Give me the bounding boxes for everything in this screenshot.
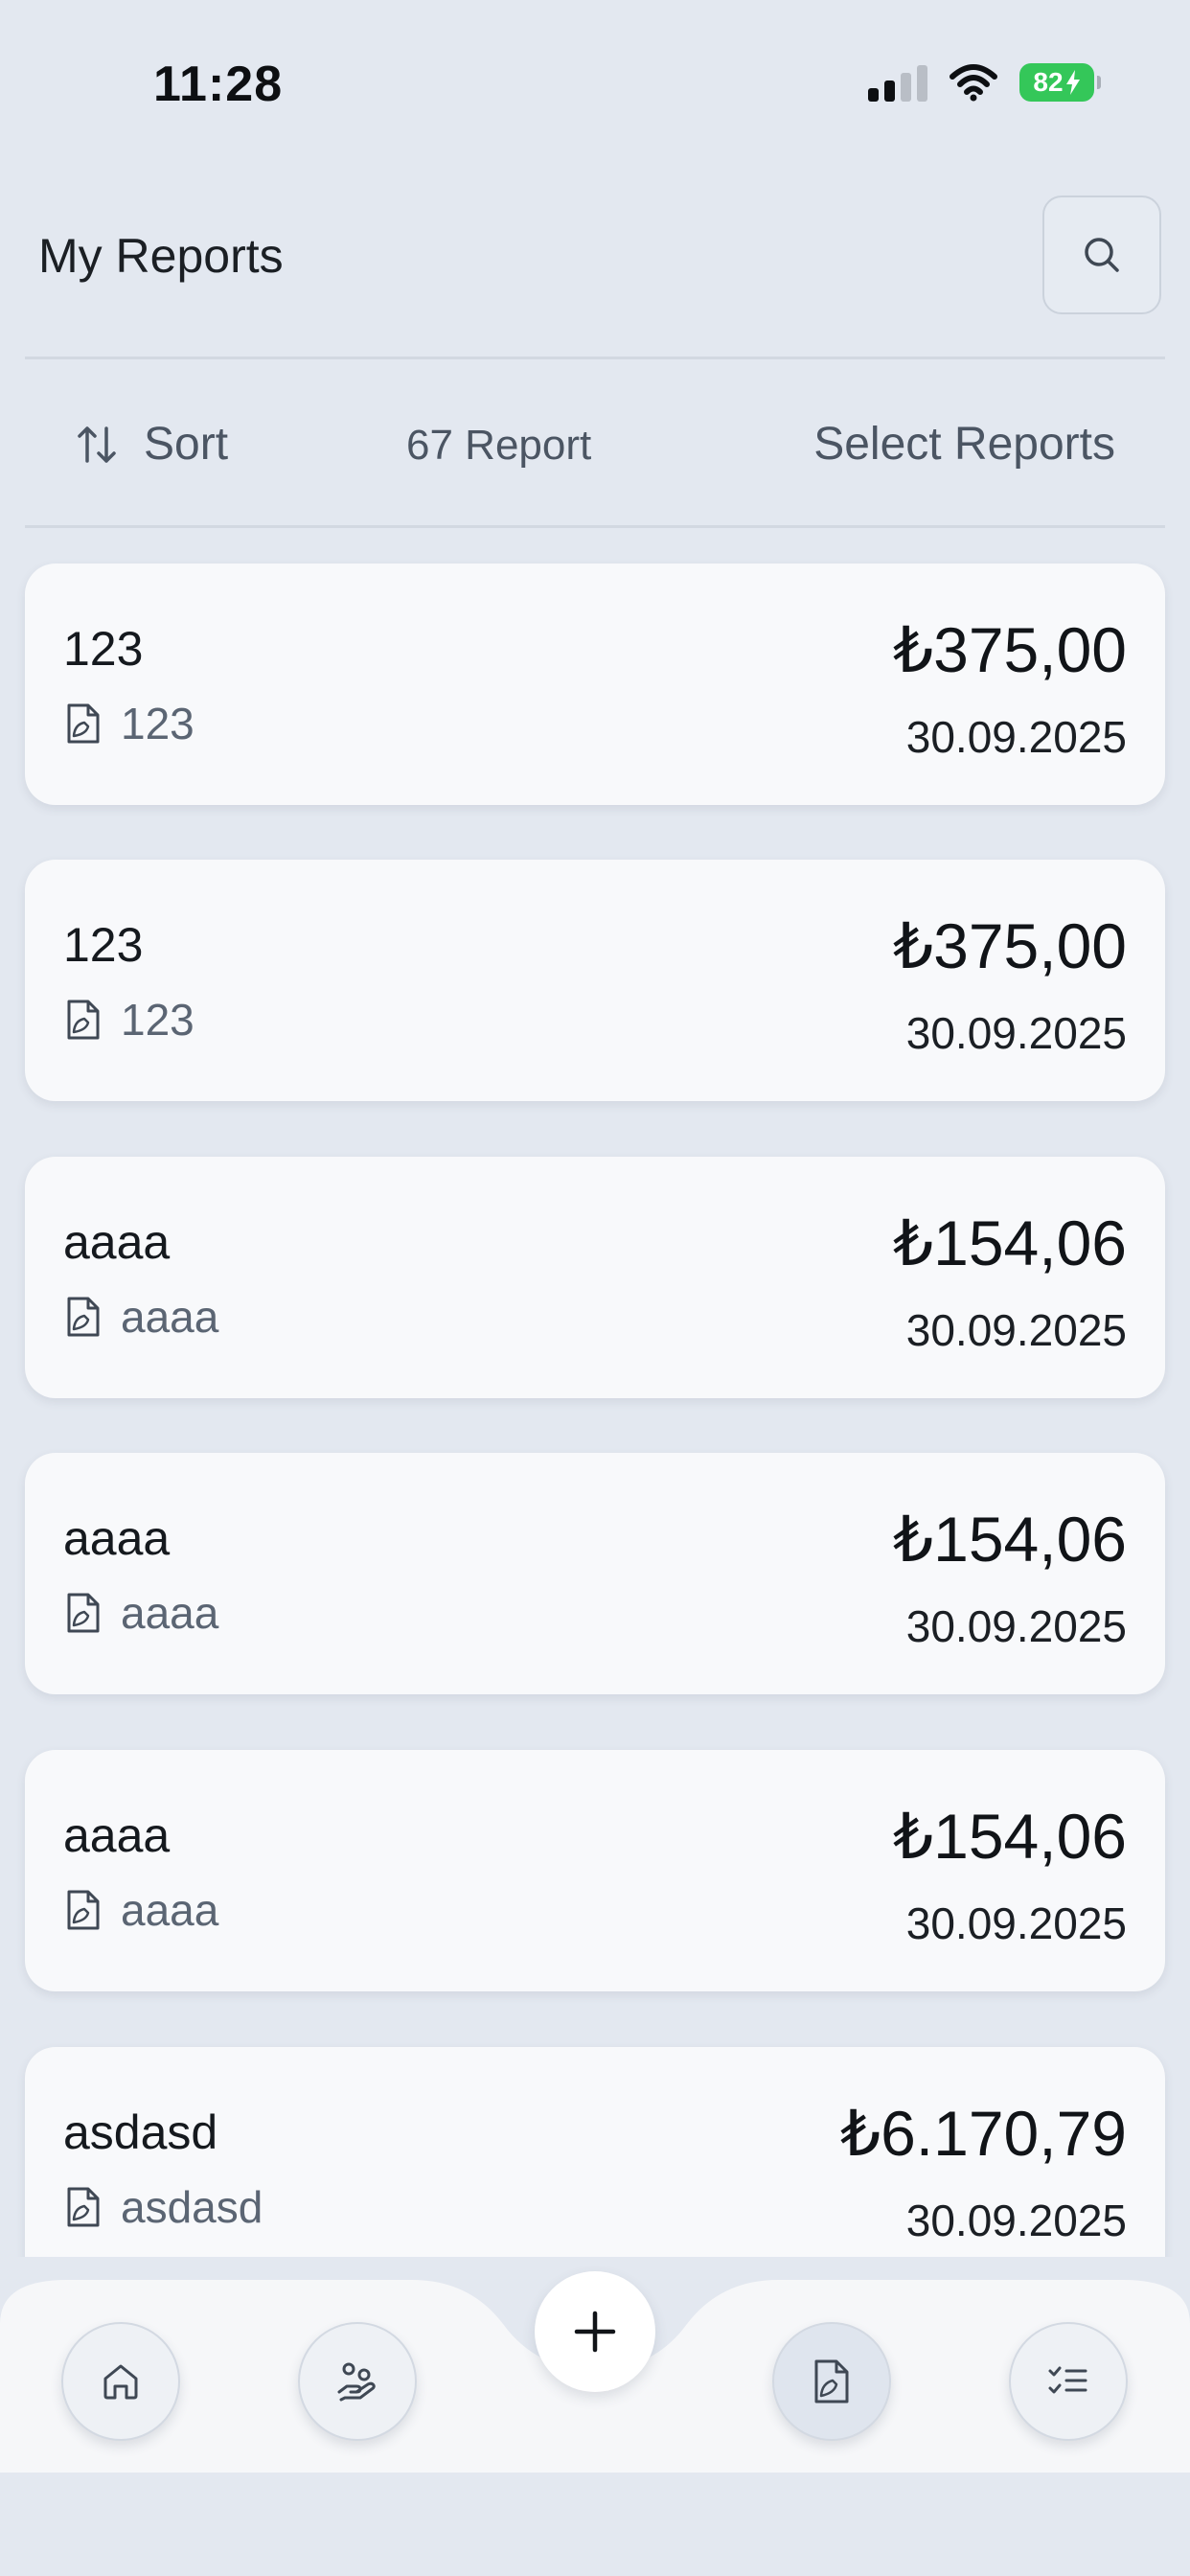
- wifi-icon: [950, 64, 997, 102]
- search-button[interactable]: [1042, 196, 1161, 314]
- report-file-icon: [67, 703, 100, 744]
- report-date: 30.09.2025: [905, 1305, 1127, 1355]
- report-subtitle: aaaa: [121, 1292, 219, 1342]
- report-subtitle: 123: [121, 995, 195, 1045]
- search-icon: [1085, 238, 1119, 272]
- report-file-icon: [814, 2359, 849, 2404]
- sort-label: Sort: [144, 419, 229, 470]
- status-time: 11:28: [153, 57, 284, 112]
- report-subtitle-row: asdasd: [63, 2181, 263, 2233]
- report-file-icon: [67, 1000, 100, 1040]
- battery-nub: [1097, 76, 1101, 89]
- report-subtitle-row: 123: [63, 994, 195, 1046]
- report-subtitle-row: aaaa: [63, 1587, 218, 1639]
- report-amount: ₺375,00: [893, 910, 1127, 981]
- report-subtitle: asdasd: [121, 2182, 263, 2232]
- report-card[interactable]: asdasd asdasd ₺6.170,79 30.09.2025: [25, 2047, 1165, 2257]
- report-title: 123: [63, 622, 144, 676]
- report-title: aaaa: [63, 1215, 171, 1269]
- report-subtitle: aaaa: [121, 1588, 219, 1638]
- report-amount: ₺154,06: [893, 1801, 1127, 1872]
- report-file-icon: [67, 1890, 100, 1930]
- sort-button[interactable]: Sort: [75, 418, 228, 471]
- report-card[interactable]: aaaa aaaa ₺154,06 30.09.2025: [25, 1453, 1165, 1694]
- charging-bolt-icon: [1065, 70, 1080, 95]
- report-date: 30.09.2025: [905, 1601, 1127, 1651]
- hand-coins-icon: [337, 2362, 376, 2402]
- report-file-icon: [67, 2187, 100, 2227]
- status-icons: 82: [868, 63, 1101, 102]
- bottom-nav: [0, 2257, 1190, 2472]
- report-amount: ₺154,06: [893, 1208, 1127, 1278]
- nav-reports-button[interactable]: [772, 2322, 891, 2441]
- report-title: aaaa: [63, 1511, 171, 1565]
- report-subtitle: aaaa: [121, 1885, 219, 1935]
- plus-icon: [574, 2311, 616, 2353]
- select-reports-button[interactable]: Select Reports: [813, 418, 1115, 471]
- page-header: My Reports: [0, 192, 1190, 326]
- battery-charging-icon: 82: [1019, 63, 1101, 102]
- cellular-signal-icon: [868, 63, 927, 102]
- nav-tasks-button[interactable]: [1009, 2322, 1128, 2441]
- report-subtitle-row: aaaa: [63, 1884, 218, 1936]
- header-divider: [25, 356, 1165, 359]
- report-file-icon: [67, 1593, 100, 1633]
- report-amount: ₺6.170,79: [840, 2098, 1127, 2169]
- report-amount: ₺375,00: [893, 614, 1127, 685]
- report-date: 30.09.2025: [905, 2196, 1127, 2245]
- reports-screen: 11:28 82 My Reports Sort 67 Report Selec…: [0, 0, 1190, 2576]
- report-date: 30.09.2025: [905, 1898, 1127, 1948]
- nav-home-button[interactable]: [61, 2322, 180, 2441]
- report-card[interactable]: aaaa aaaa ₺154,06 30.09.2025: [25, 1750, 1165, 1991]
- report-card[interactable]: aaaa aaaa ₺154,06 30.09.2025: [25, 1157, 1165, 1398]
- battery-percent: 82: [1033, 67, 1064, 97]
- home-indicator-area: [0, 2472, 1190, 2576]
- add-report-button[interactable]: [535, 2271, 655, 2392]
- home-icon: [103, 2364, 138, 2400]
- report-title: 123: [63, 918, 144, 972]
- report-card[interactable]: 123 123 ₺375,00 30.09.2025: [25, 860, 1165, 1101]
- report-card[interactable]: 123 123 ₺375,00 30.09.2025: [25, 564, 1165, 805]
- report-list[interactable]: 123 123 ₺375,00 30.09.2025 123 123 ₺375,…: [0, 537, 1190, 2257]
- report-title: aaaa: [63, 1808, 171, 1862]
- report-file-icon: [67, 1297, 100, 1337]
- nav-expenses-button[interactable]: [298, 2322, 417, 2441]
- sort-arrows-icon: [78, 426, 116, 463]
- report-date: 30.09.2025: [905, 712, 1127, 762]
- page-title: My Reports: [38, 229, 284, 283]
- report-amount: ₺154,06: [893, 1504, 1127, 1575]
- report-subtitle-row: 123: [63, 698, 195, 749]
- report-subtitle-row: aaaa: [63, 1291, 218, 1343]
- report-count: 67 Report: [406, 422, 592, 469]
- status-bar: 11:28 82: [0, 0, 1190, 144]
- report-title: asdasd: [63, 2105, 218, 2159]
- toolbar-divider: [25, 525, 1165, 528]
- list-toolbar: Sort 67 Report Select Reports: [0, 362, 1190, 525]
- report-subtitle: 123: [121, 699, 195, 748]
- report-date: 30.09.2025: [905, 1008, 1127, 1058]
- checklist-icon: [1048, 2366, 1087, 2394]
